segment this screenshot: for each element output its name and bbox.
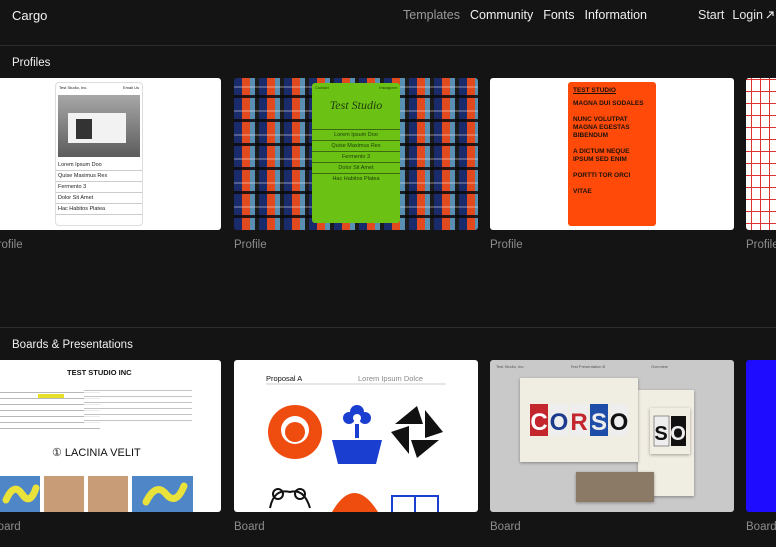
section-title-profiles: Profiles	[12, 57, 51, 69]
card-caption: Profile	[0, 239, 23, 251]
preview-item: Dolor Sit Amet	[312, 162, 400, 173]
svg-text:S: S	[591, 409, 607, 436]
top-nav: Cargo Templates Community Fonts Informat…	[0, 0, 776, 30]
preview-contact: Contact	[315, 85, 329, 90]
profile-preview-phone: TEST STUDIO MAGNA DUI SODALES NUNC VOLUT…	[568, 82, 656, 226]
card-caption: Board	[746, 521, 776, 533]
photo-print	[576, 472, 654, 502]
card-caption: Board	[234, 521, 265, 533]
card-caption: Profile	[490, 239, 523, 251]
svg-text:S: S	[654, 423, 667, 445]
bar-title: Test Presentation B	[570, 364, 606, 369]
profile-card-3[interactable]: TEST STUDIO MAGNA DUI SODALES NUNC VOLUT…	[490, 78, 734, 230]
preview-header: Contact Instagram	[312, 83, 400, 92]
profile-card-2[interactable]: Contact Instagram Test Studio Lorem Ipsu…	[234, 78, 478, 230]
text-block	[84, 390, 192, 424]
so-letters: S O	[653, 415, 686, 447]
corso-letters: C O R S O	[530, 404, 629, 436]
profile-card-1[interactable]: Test Studio, Inc. Email Us Lorem Ipsum D…	[0, 78, 221, 230]
preview-item: A DICTUM NEQUE IPSUM SED ENIM	[573, 148, 630, 163]
preview-title: TEST STUDIO	[573, 87, 616, 94]
preview-item: Dolor Sit Amet	[56, 193, 142, 204]
divider	[0, 45, 776, 46]
nav-actions: Start Login	[698, 8, 776, 22]
brand-logo[interactable]: Cargo	[12, 8, 47, 23]
preview-header: Test Studio, Inc. Email Us	[56, 83, 142, 92]
board-card-4[interactable]	[746, 360, 776, 512]
highlight	[38, 394, 64, 398]
corso-poster: C O R S O	[520, 378, 638, 462]
tile-image	[44, 476, 84, 512]
card-caption: Profile	[746, 239, 776, 251]
preview-studio: Test Studio, Inc.	[59, 85, 88, 90]
building-photo	[58, 95, 140, 157]
login-label: Login	[732, 8, 763, 22]
bar-overview: Overview	[651, 364, 668, 369]
board-card-1[interactable]: TEST STUDIO INC ① LACINIA VELIT	[0, 360, 221, 512]
board-graphics	[266, 383, 446, 512]
section-title-boards: Boards & Presentations	[12, 339, 133, 351]
flower-pot-icon	[332, 405, 382, 464]
profiles-row: Test Studio, Inc. Email Us Lorem Ipsum D…	[0, 78, 776, 230]
nav-link-community[interactable]: Community	[470, 8, 533, 22]
tile-image	[88, 476, 128, 512]
preview-item: Hac Habitos Platea	[312, 173, 400, 184]
svg-text:O: O	[670, 423, 686, 445]
bar-studio: Test Studio, Inc.	[496, 364, 525, 369]
tile-image	[0, 476, 40, 512]
preview-item: Lorem Ipsum Doo	[56, 160, 142, 171]
profile-card-4[interactable]	[746, 78, 776, 230]
dice-icon	[391, 495, 439, 512]
svg-text:O: O	[610, 409, 629, 436]
card-caption: Profile	[234, 239, 267, 251]
preview-item: VITAE	[573, 188, 592, 195]
frog-icon	[269, 488, 311, 509]
divider	[0, 327, 776, 328]
start-link[interactable]: Start	[698, 8, 724, 22]
nav-link-fonts[interactable]: Fonts	[543, 8, 574, 22]
svg-text:R: R	[570, 409, 587, 436]
boards-row: TEST STUDIO INC ① LACINIA VELIT Proposal…	[0, 360, 776, 512]
led-icon	[332, 493, 378, 512]
preview-title: Test Studio	[329, 98, 383, 112]
preview-item: MAGNA DUI SODALES	[573, 100, 644, 107]
squiggle-icon	[2, 484, 40, 504]
board-heading: TEST STUDIO INC	[67, 368, 132, 377]
preview-item: PORTTI TOR ORCI	[573, 172, 631, 179]
board-card-3[interactable]: Test Studio, Inc. Test Presentation B Ov…	[490, 360, 734, 512]
card-caption: Board	[0, 521, 21, 533]
preview-item: Lorem Ipsum Doo	[312, 129, 400, 140]
so-poster: S O	[650, 408, 690, 454]
preview-item: NUNC VOLUTPAT MAGNA EGESTAS BIBENDUM	[573, 116, 630, 139]
preview-item: Hac Habitos Platea	[56, 204, 142, 215]
board-feature: ① LACINIA VELIT	[52, 447, 141, 459]
tile-image	[132, 476, 193, 512]
presentation-header: Test Studio, Inc. Test Presentation B Ov…	[496, 364, 728, 371]
board-card-2[interactable]: Proposal A Lorem Ipsum Dolce	[234, 360, 478, 512]
preview-item: Fermento 3	[312, 151, 400, 162]
nav-link-information[interactable]: Information	[584, 8, 647, 22]
recycle-icon	[391, 406, 443, 458]
preview-item: Quise Maximus Rex	[312, 140, 400, 151]
preview-subtitle	[312, 115, 400, 119]
preview-item: Quise Maximus Rex	[56, 171, 142, 182]
login-link[interactable]: Login	[732, 8, 776, 22]
svg-text:C: C	[530, 409, 547, 436]
preview-email: Email Us	[122, 85, 139, 90]
svg-text:O: O	[550, 409, 569, 436]
nav-links: Templates Community Fonts Information	[403, 8, 647, 22]
nav-link-templates[interactable]: Templates	[403, 8, 460, 22]
profile-preview-phone: Test Studio, Inc. Email Us Lorem Ipsum D…	[55, 82, 143, 226]
squiggle-icon	[142, 482, 188, 506]
profile-preview-phone: Contact Instagram Test Studio Lorem Ipsu…	[312, 83, 400, 223]
preview-item: Fermento 3	[56, 182, 142, 193]
card-caption: Board	[490, 521, 521, 533]
preview-instagram: Instagram	[379, 85, 397, 90]
login-arrow-icon	[766, 11, 774, 19]
